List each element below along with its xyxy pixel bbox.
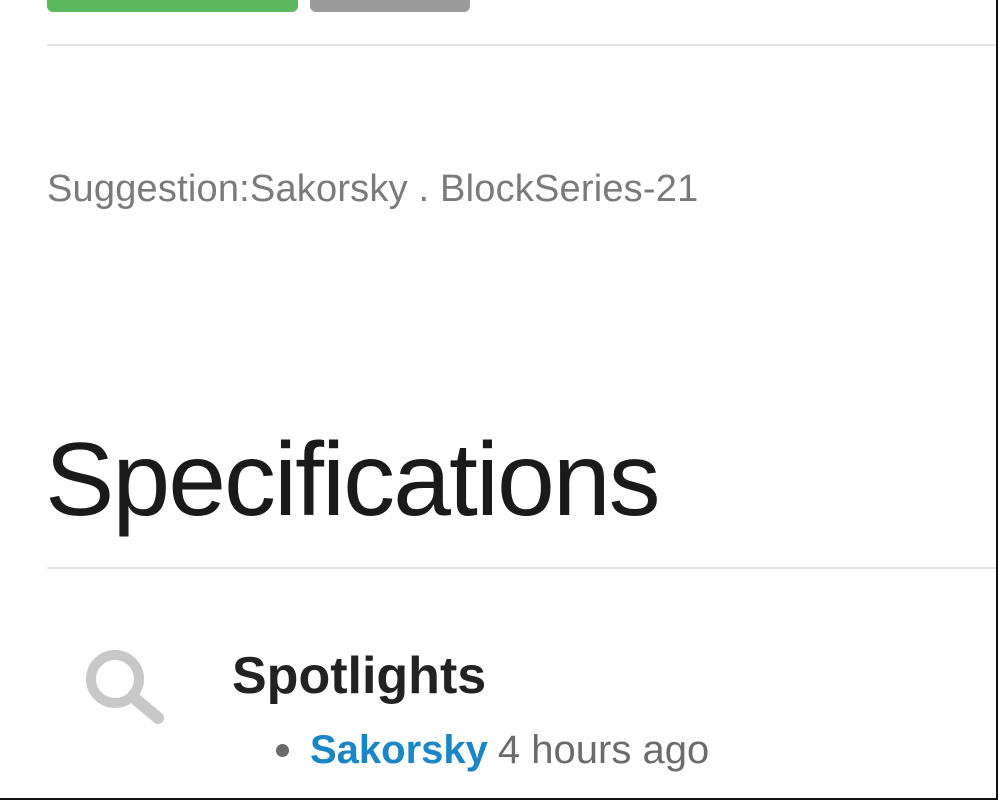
bullet-icon [276,744,289,757]
search-icon [82,646,168,732]
spotlights-heading: Spotlights [232,647,487,705]
suggestion-text: Suggestion:Sakorsky . BlockSeries-21 [47,168,699,210]
section-divider [47,567,996,569]
page-title: Specifications [45,422,661,538]
spotlight-list-item: Sakorsky 4 hours ago [276,728,709,773]
spotlight-user-link[interactable]: Sakorsky [310,728,488,773]
secondary-action-button[interactable] [310,0,470,12]
spotlight-timestamp: 4 hours ago [497,728,710,772]
primary-action-button[interactable] [47,0,298,12]
top-divider [47,44,996,46]
